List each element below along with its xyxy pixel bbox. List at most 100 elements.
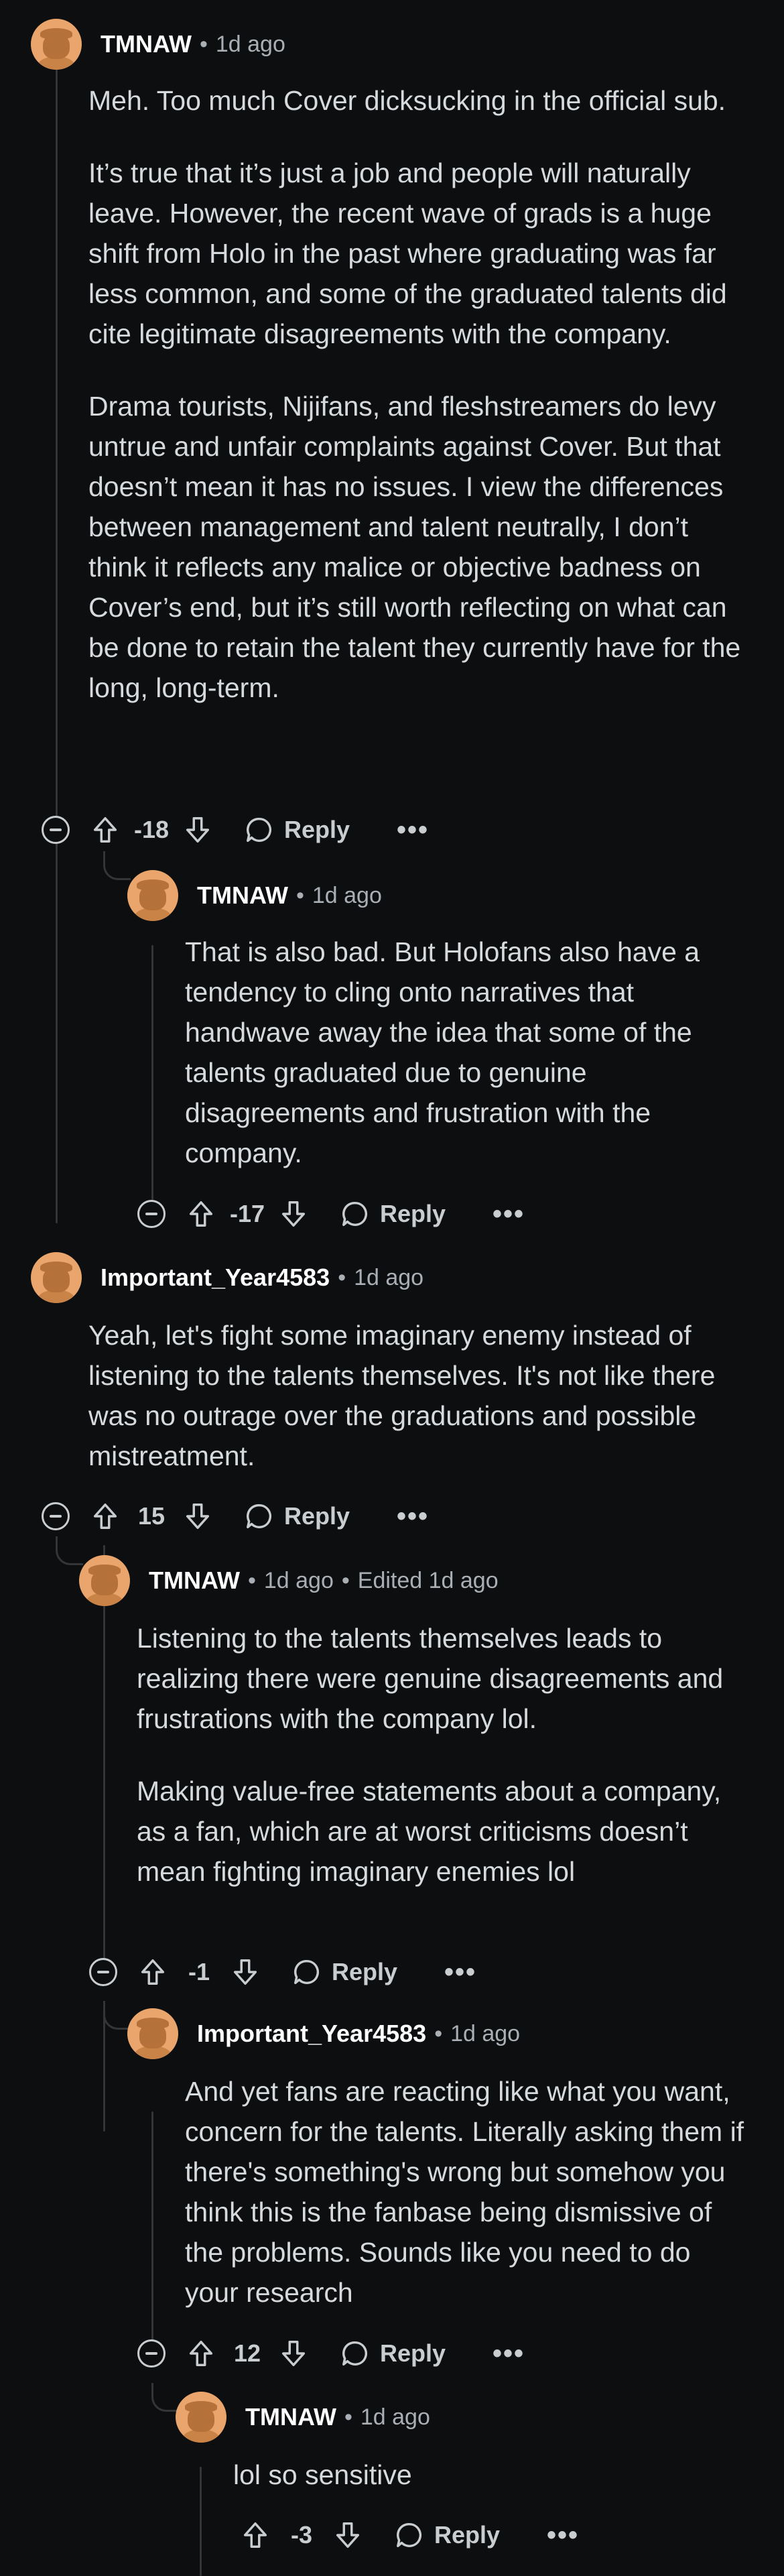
separator-dot: • xyxy=(344,2404,352,2430)
more-options-icon[interactable]: ••• xyxy=(397,1503,429,1530)
downvote-icon[interactable] xyxy=(182,814,213,845)
thread-line[interactable] xyxy=(103,2004,105,2132)
comment-header: TMNAW • 1d ago xyxy=(31,19,285,70)
comment-header: Important_Year4583 • 1d ago xyxy=(127,2008,520,2059)
comment-body: And yet fans are reacting like what you … xyxy=(185,2071,748,2313)
thread-connector xyxy=(151,2383,179,2412)
upvote-icon[interactable] xyxy=(186,2338,216,2369)
reply-button[interactable]: Reply xyxy=(394,2520,500,2551)
comment-paragraph: Meh. Too much Cover dicksucking in the o… xyxy=(88,85,726,116)
vote-score: -3 xyxy=(290,2521,312,2549)
username[interactable]: Important_Year4583 xyxy=(101,1264,330,1292)
thread-line[interactable] xyxy=(103,1545,105,1974)
username[interactable]: TMNAW xyxy=(245,2403,336,2431)
thread-connector xyxy=(103,851,131,880)
comment-actions: -17 Reply ••• xyxy=(137,1194,525,1234)
reply-bubble-icon xyxy=(397,2522,422,2548)
separator-dot: • xyxy=(199,31,208,57)
avatar[interactable] xyxy=(79,1555,130,1606)
vote-score: -17 xyxy=(229,1200,265,1227)
collapse-icon[interactable] xyxy=(137,1200,166,1228)
avatar[interactable] xyxy=(127,2008,178,2059)
username[interactable]: Important_Year4583 xyxy=(197,2020,426,2048)
comment-actions: -18 Reply ••• xyxy=(42,810,429,850)
more-options-icon[interactable]: ••• xyxy=(547,2522,579,2549)
timestamp: 1d ago xyxy=(450,2020,521,2046)
comment-header: TMNAW • 1d ago xyxy=(127,870,382,921)
comment-body: Yeah, let's fight some imaginary enemy i… xyxy=(88,1315,748,1476)
separator-dot: • xyxy=(296,882,304,908)
reply-button[interactable]: Reply xyxy=(244,814,350,845)
comment-body: lol so sensitive xyxy=(233,2455,749,2495)
comment-header: Important_Year4583 • 1d ago xyxy=(31,1252,423,1303)
timestamp: 1d ago xyxy=(263,1567,334,1593)
more-options-icon[interactable]: ••• xyxy=(493,1201,525,1227)
comment-body: Meh. Too much Cover dicksucking in the o… xyxy=(88,80,745,708)
comment-body: That is also bad. But Holofans also have… xyxy=(185,932,748,1173)
comment-paragraph: It’s true that it’s just a job and peopl… xyxy=(88,158,727,349)
separator-dot: • xyxy=(247,1567,256,1593)
thread-connector xyxy=(103,2001,131,2030)
comment-paragraph: Listening to the talents themselves lead… xyxy=(137,1623,724,1734)
upvote-icon[interactable] xyxy=(90,814,121,845)
timestamp: 1d ago xyxy=(360,2404,430,2430)
downvote-icon[interactable] xyxy=(230,1957,261,1987)
upvote-icon[interactable] xyxy=(137,1957,168,1987)
vote-score: 15 xyxy=(137,1502,166,1530)
comment-actions: 12 Reply ••• xyxy=(137,2333,525,2374)
comment-body: Listening to the talents themselves lead… xyxy=(137,1618,726,1892)
reply-bubble-icon xyxy=(247,1504,272,1529)
upvote-icon[interactable] xyxy=(186,1199,216,1229)
reply-label: Reply xyxy=(380,1200,446,1227)
avatar[interactable] xyxy=(31,19,82,70)
thread-line[interactable] xyxy=(151,2111,153,2353)
username[interactable]: TMNAW xyxy=(197,881,288,910)
downvote-icon[interactable] xyxy=(278,1199,309,1229)
vote-score: -18 xyxy=(133,816,170,843)
thread-line[interactable] xyxy=(200,2467,202,2576)
reply-button[interactable]: Reply xyxy=(244,1501,350,1532)
reply-button[interactable]: Reply xyxy=(340,1199,446,1229)
comment-paragraph: Drama tourists, Nijifans, and fleshstrea… xyxy=(88,391,741,703)
comment-paragraph: Yeah, let's fight some imaginary enemy i… xyxy=(88,1320,716,1471)
more-options-icon[interactable]: ••• xyxy=(397,816,429,843)
reply-button[interactable]: Reply xyxy=(291,1957,397,1987)
comment-paragraph: That is also bad. But Holofans also have… xyxy=(185,936,700,1168)
reply-bubble-icon xyxy=(294,1959,320,1985)
collapse-icon[interactable] xyxy=(42,816,70,844)
comment-actions: -1 Reply ••• xyxy=(89,1952,476,1992)
separator-dot: • xyxy=(338,1264,346,1290)
upvote-icon[interactable] xyxy=(240,2520,271,2551)
timestamp: 1d ago xyxy=(312,882,382,908)
collapse-icon[interactable] xyxy=(42,1502,70,1530)
comment-actions: 15 Reply ••• xyxy=(42,1496,429,1536)
avatar[interactable] xyxy=(31,1252,82,1303)
timestamp: 1d ago xyxy=(354,1264,424,1290)
reply-button[interactable]: Reply xyxy=(340,2338,446,2369)
username[interactable]: TMNAW xyxy=(149,1567,240,1595)
upvote-icon[interactable] xyxy=(90,1501,121,1532)
downvote-icon[interactable] xyxy=(278,2338,309,2369)
reply-bubble-icon xyxy=(247,817,272,843)
more-options-icon[interactable]: ••• xyxy=(493,2340,525,2367)
avatar[interactable] xyxy=(176,2392,226,2443)
vote-score: 12 xyxy=(233,2339,261,2367)
comment-header: TMNAW • 1d ago • Edited 1d ago xyxy=(79,1555,499,1606)
collapse-icon[interactable] xyxy=(137,2339,166,2368)
reply-label: Reply xyxy=(332,1958,398,1985)
reply-label: Reply xyxy=(380,2339,446,2367)
vote-score: -1 xyxy=(188,1958,210,1985)
reply-bubble-icon xyxy=(342,2341,368,2366)
comment-paragraph: Making value-free statements about a com… xyxy=(137,1776,722,1887)
thread-line[interactable] xyxy=(151,945,153,1200)
comment-paragraph: And yet fans are reacting like what you … xyxy=(185,2076,744,2308)
username[interactable]: TMNAW xyxy=(101,30,192,58)
avatar[interactable] xyxy=(127,870,178,921)
more-options-icon[interactable]: ••• xyxy=(444,1959,476,1985)
reply-bubble-icon xyxy=(342,1201,368,1227)
thread-line[interactable] xyxy=(56,67,58,1223)
downvote-icon[interactable] xyxy=(332,2520,363,2551)
separator-dot: • xyxy=(341,1567,350,1593)
downvote-icon[interactable] xyxy=(182,1501,213,1532)
collapse-icon[interactable] xyxy=(89,1958,117,1986)
